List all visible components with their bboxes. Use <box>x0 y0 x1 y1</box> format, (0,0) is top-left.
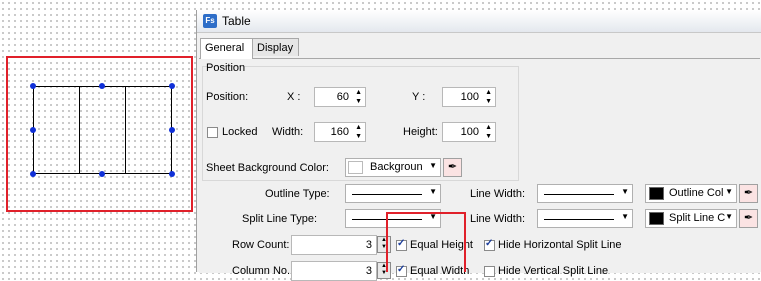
row-count-input[interactable]: 3 <box>291 235 377 255</box>
chevron-down-icon: ▼ <box>725 212 733 221</box>
y-label: Y : <box>412 91 426 103</box>
outline-type-label: Outline Type: <box>265 188 330 200</box>
resize-handle-top[interactable] <box>99 83 105 89</box>
chevron-down-icon: ▼ <box>429 161 437 170</box>
split-line-color-value: Split Line C <box>669 212 726 224</box>
row-count-value: 3 <box>365 239 372 251</box>
resize-handle-left[interactable] <box>30 127 36 133</box>
title-bar: Fs Table <box>197 10 761 33</box>
y-spinbox[interactable]: 100 ▲ ▼ <box>442 87 496 107</box>
tab-general[interactable]: General <box>200 38 253 59</box>
color-picker-icon[interactable]: ✒ <box>443 158 462 177</box>
row-count-label: Row Count: <box>232 239 290 251</box>
resize-handle-top-left[interactable] <box>30 83 36 89</box>
spin-arrows-icon[interactable]: ▲ ▼ <box>355 123 362 141</box>
outline-line-width-label: Line Width: <box>470 188 526 200</box>
position-label: Position: <box>206 91 249 103</box>
sheet-bg-label: Sheet Background Color: <box>206 162 329 174</box>
resize-handle-bottom[interactable] <box>99 171 105 177</box>
locked-checkbox[interactable] <box>207 127 218 138</box>
height-label: Height: <box>403 126 438 138</box>
line-width-preview <box>544 219 614 220</box>
column-no-value: 3 <box>365 265 372 277</box>
sheet-bg-color-select[interactable]: Backgroun ▼ <box>345 158 441 177</box>
resize-handle-bottom-right[interactable] <box>169 171 175 177</box>
color-swatch-white <box>348 161 363 174</box>
hide-horizontal-label: Hide Horizontal Split Line <box>498 239 622 251</box>
split-line-width-label: Line Width: <box>470 213 526 225</box>
outline-line-width-select[interactable]: ▼ <box>537 184 633 203</box>
split-line-color-select[interactable]: Split Line C ▼ <box>645 209 737 228</box>
outline-color-value: Outline Col <box>669 187 724 199</box>
split-line-type-label: Split Line Type: <box>242 213 318 225</box>
color-picker-icon[interactable]: ✒ <box>739 209 758 228</box>
color-swatch-black <box>649 187 664 200</box>
y-value: 100 <box>460 91 479 103</box>
column-no-label: Column No.: <box>232 265 294 277</box>
line-width-preview <box>544 194 614 195</box>
sheet-bg-value: Backgroun <box>370 161 423 173</box>
x-value: 60 <box>336 91 349 103</box>
line-style-preview <box>352 194 422 195</box>
color-swatch-black <box>649 212 664 225</box>
table-properties-dialog: Fs Table General Display Position Positi… <box>196 10 761 281</box>
resize-handle-top-right[interactable] <box>169 83 175 89</box>
column-no-input[interactable]: 3 <box>291 261 377 281</box>
width-spinbox[interactable]: 160 ▲ ▼ <box>314 122 366 142</box>
hide-vertical-label: Hide Vertical Split Line <box>498 265 609 277</box>
general-panel: Position Position: X : 60 ▲ ▼ Y : 100 ▲ ▼ … <box>199 58 760 281</box>
hide-horizontal-checkbox[interactable] <box>484 238 495 251</box>
resize-handle-right[interactable] <box>169 127 175 133</box>
table-column-divider <box>125 87 126 173</box>
x-label: X : <box>287 91 301 103</box>
resize-handle-bottom-left[interactable] <box>30 171 36 177</box>
spin-arrows-icon[interactable]: ▲ ▼ <box>485 123 492 141</box>
app-icon: Fs <box>203 14 217 28</box>
height-value: 100 <box>460 126 479 138</box>
outline-color-select[interactable]: Outline Col ▼ <box>645 184 737 203</box>
annotation-highlight <box>386 212 466 272</box>
table-object[interactable] <box>33 86 172 174</box>
chevron-down-icon: ▼ <box>725 187 733 196</box>
table-column-divider <box>79 87 80 173</box>
tab-display[interactable]: Display <box>252 38 299 56</box>
outline-type-select[interactable]: ▼ <box>345 184 441 203</box>
width-label: Width: <box>272 126 304 138</box>
height-spinbox[interactable]: 100 ▲ ▼ <box>442 122 496 142</box>
window-title: Table <box>222 14 251 28</box>
x-spinbox[interactable]: 60 ▲ ▼ <box>314 87 366 107</box>
position-group-title: Position <box>206 62 246 74</box>
chevron-down-icon: ▼ <box>621 187 629 196</box>
chevron-down-icon: ▼ <box>621 212 629 221</box>
spin-arrows-icon[interactable]: ▲ ▼ <box>355 88 362 106</box>
width-value: 160 <box>330 126 349 138</box>
spin-arrows-icon[interactable]: ▲ ▼ <box>485 88 492 106</box>
color-picker-icon[interactable]: ✒ <box>739 184 758 203</box>
chevron-down-icon: ▼ <box>429 187 437 196</box>
locked-label: Locked <box>222 126 258 138</box>
split-line-width-select[interactable]: ▼ <box>537 209 633 228</box>
